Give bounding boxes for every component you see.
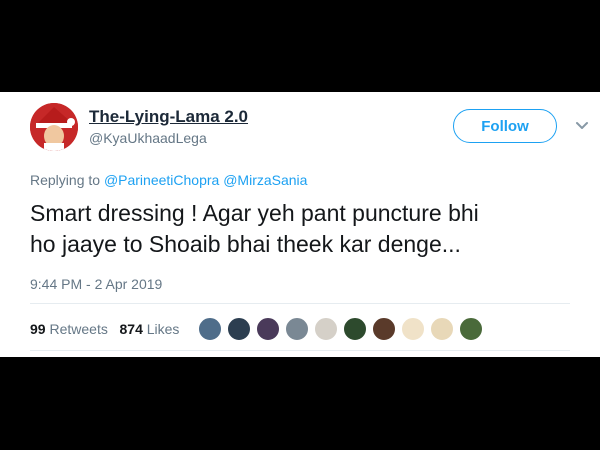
likes-stat[interactable]: 874 Likes [120,321,180,337]
user-handle[interactable]: @KyaUkhaadLega [89,130,207,146]
timestamp[interactable]: 9:44 PM - 2 Apr 2019 [30,276,162,292]
retweets-stat[interactable]: 99 Retweets [30,321,108,337]
replying-prefix: Replying to [30,172,101,188]
likes-count: 874 [119,321,143,337]
liker-avatar[interactable] [430,317,454,341]
replying-to: Replying to @ParineetiChopra @MirzaSania [30,172,307,188]
liker-avatars [198,317,483,341]
avatar[interactable] [30,103,78,151]
liker-avatar[interactable] [459,317,483,341]
mention-link[interactable]: @MirzaSania [223,172,307,188]
liker-avatar[interactable] [198,317,222,341]
mention-link[interactable]: @ParineetiChopra [104,172,219,188]
liker-avatar[interactable] [314,317,338,341]
display-name[interactable]: The-Lying-Lama 2.0 [89,107,248,127]
liker-avatar[interactable] [227,317,251,341]
chevron-down-icon[interactable] [574,118,590,134]
retweets-label: Retweets [49,321,108,337]
liker-avatar[interactable] [285,317,309,341]
tweet-text: Smart dressing ! Agar yeh pant puncture … [30,198,590,260]
liker-avatar[interactable] [343,317,367,341]
follow-button[interactable]: Follow [453,109,557,143]
tweet-text-line: Smart dressing ! Agar yeh pant puncture … [30,200,479,226]
liker-avatar[interactable] [401,317,425,341]
liker-avatar[interactable] [372,317,396,341]
avatar-image [30,103,78,151]
divider [30,350,570,351]
tweet-text-line: ho jaaye to Shoaib bhai theek kar denge.… [30,231,461,257]
divider [30,303,570,304]
liker-avatar[interactable] [256,317,280,341]
likes-label: Likes [146,321,180,337]
stats: 99 Retweets 874 Likes [30,321,179,337]
retweets-count: 99 [30,321,46,337]
